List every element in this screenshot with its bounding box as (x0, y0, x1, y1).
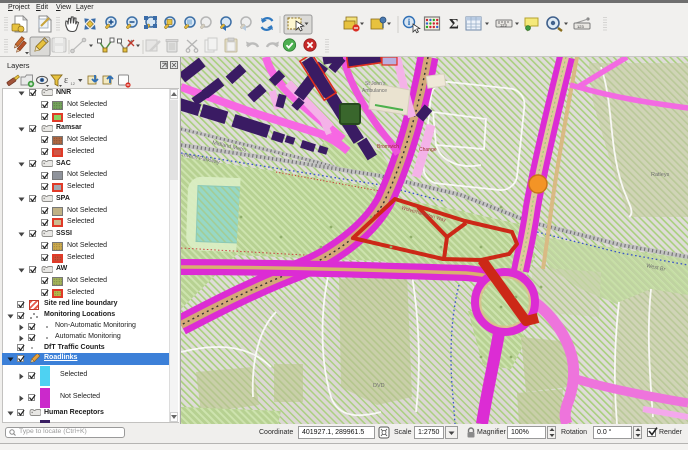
svg-text:123: 123 (577, 24, 584, 29)
svg-text:ε: ε (64, 75, 68, 86)
svg-text:Ambulance: Ambulance (362, 88, 387, 94)
svg-text:123: 123 (500, 23, 507, 28)
svg-text:Change: Change (419, 147, 437, 153)
svg-text:12: 12 (71, 81, 76, 86)
svg-text:DVD: DVD (373, 383, 385, 389)
svg-text:St John’s: St John’s (365, 81, 386, 87)
svg-text:Σ: Σ (449, 17, 459, 33)
svg-text:Ratleys: Ratleys (651, 172, 670, 178)
svg-text:Bromwich: Bromwich (377, 144, 399, 150)
